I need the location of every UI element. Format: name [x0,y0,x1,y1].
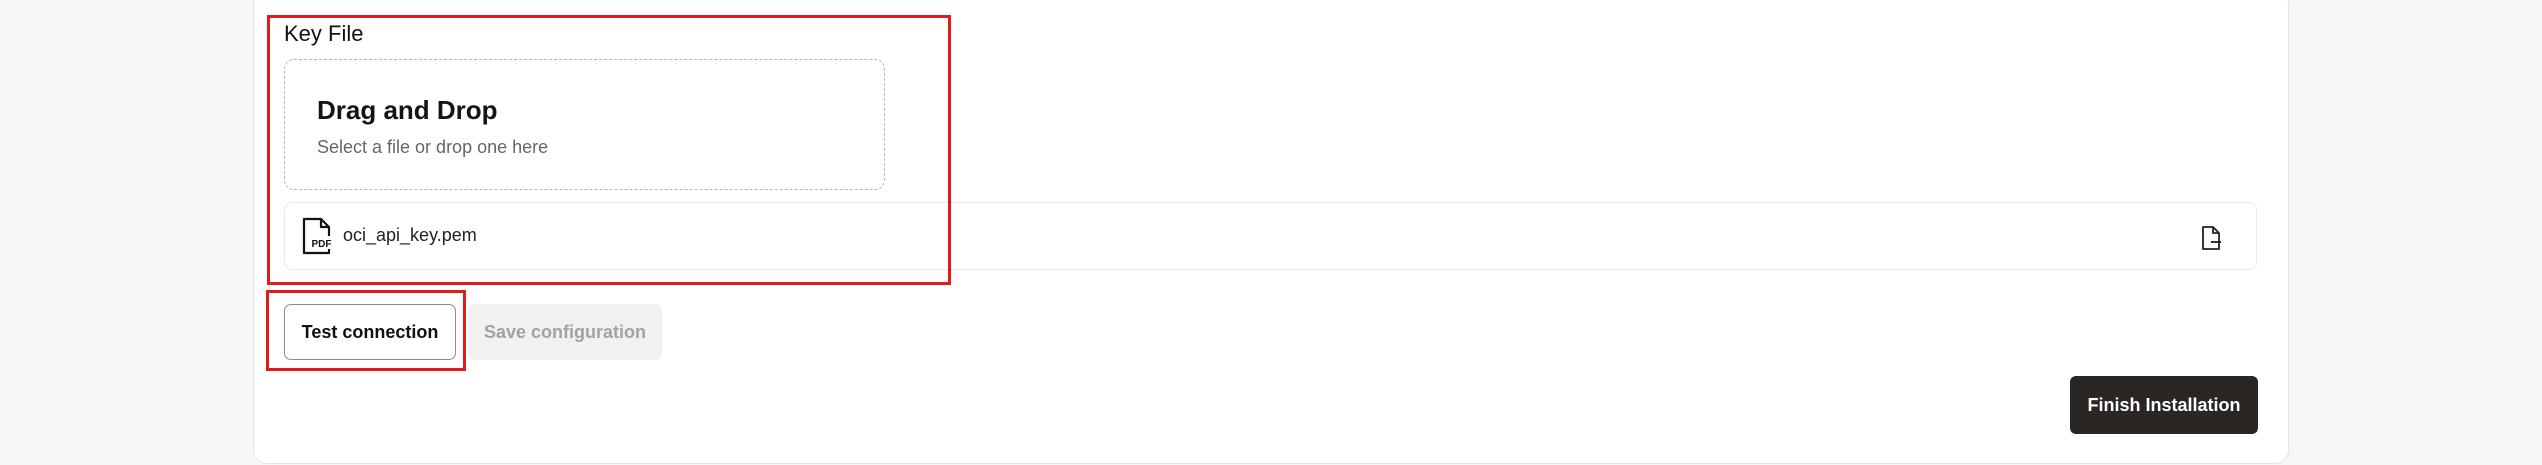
uploaded-file-row: PDF oci_api_key.pem [284,202,2257,270]
pdf-file-icon: PDF [302,217,332,255]
save-configuration-button[interactable]: Save configuration [468,304,662,360]
dropzone-title: Drag and Drop [317,95,498,125]
file-name: oci_api_key.pem [343,225,477,245]
key-file-label: Key File [284,21,364,46]
test-connection-button[interactable]: Test connection [284,304,456,360]
file-dropzone[interactable]: Drag and Drop Select a file or drop one … [284,59,885,190]
file-remove-icon[interactable] [2200,225,2222,251]
svg-text:PDF: PDF [312,239,332,250]
finish-installation-button[interactable]: Finish Installation [2070,376,2258,434]
dropzone-subtitle: Select a file or drop one here [317,137,549,157]
